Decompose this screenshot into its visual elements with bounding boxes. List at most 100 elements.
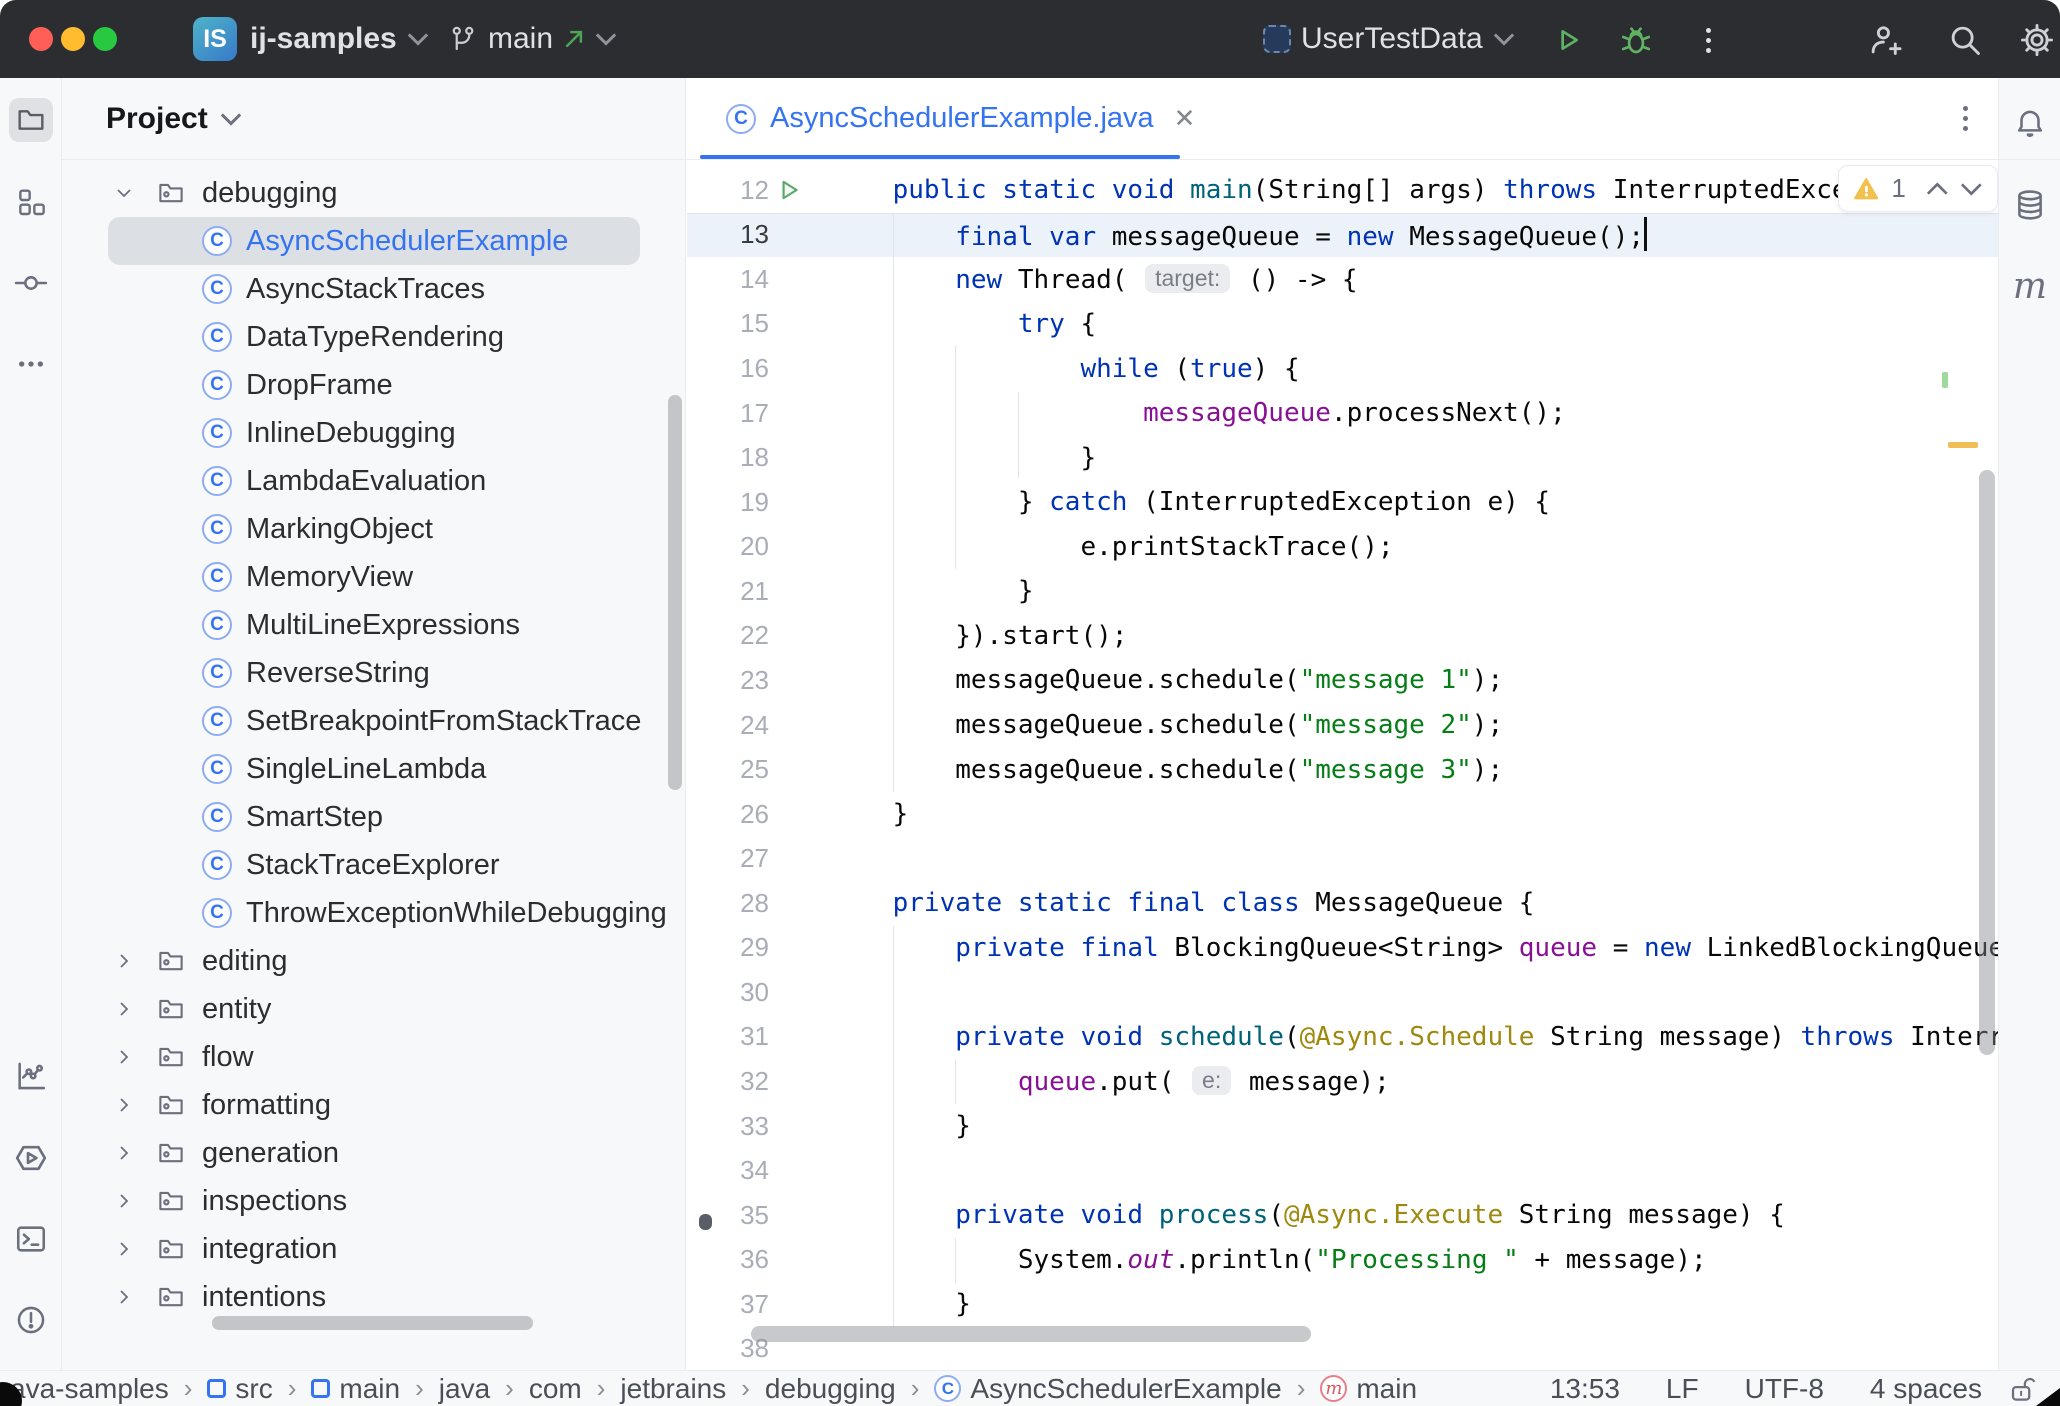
tree-item-MemoryView[interactable]: C MemoryView xyxy=(62,553,685,601)
run-configuration-selector[interactable]: UserTestData xyxy=(1263,0,1515,78)
gutter[interactable]: 22 xyxy=(687,620,830,651)
chevron-down-icon[interactable] xyxy=(112,181,136,205)
code-line-24[interactable]: 24 messageQueue.schedule("message 2"); xyxy=(687,703,1998,748)
clock-widget[interactable]: 13:53 xyxy=(1550,1373,1620,1405)
debug-button[interactable] xyxy=(1618,22,1654,58)
project-tool-button[interactable] xyxy=(9,98,53,142)
code-line-23[interactable]: 23 messageQueue.schedule("message 1"); xyxy=(687,658,1998,703)
project-view-selector[interactable]: Project xyxy=(106,78,242,159)
prev-problem-chevron[interactable] xyxy=(1926,177,1949,201)
gutter[interactable]: 26 xyxy=(687,799,830,830)
code-line-19[interactable]: 19 } catch (InterruptedException e) { xyxy=(687,480,1998,525)
tree-item-StackTraceExplorer[interactable]: C StackTraceExplorer xyxy=(62,841,685,889)
tree-item-entity[interactable]: entity xyxy=(62,985,685,1033)
gutter[interactable]: 20 xyxy=(687,531,830,562)
code-line-28[interactable]: 28 private static final class MessageQue… xyxy=(687,881,1998,926)
code-line-30[interactable]: 30 xyxy=(687,970,1998,1015)
bookmark-marker[interactable] xyxy=(699,1214,712,1230)
chevron-right-icon[interactable] xyxy=(112,1141,136,1165)
gutter[interactable]: 13 xyxy=(687,219,830,250)
editor-horizontal-scrollbar[interactable] xyxy=(751,1326,1311,1342)
code-line-15[interactable]: 15 try { xyxy=(687,302,1998,347)
tree-item-editing[interactable]: editing xyxy=(62,937,685,985)
project-avatar[interactable]: IS xyxy=(193,17,237,61)
breadcrumb-item-java[interactable]: java xyxy=(439,1373,490,1405)
tree-item-SetBreakpointFromStackTrace[interactable]: C SetBreakpointFromStackTrace xyxy=(62,697,685,745)
code-line-33[interactable]: 33 } xyxy=(687,1104,1998,1149)
code-line-22[interactable]: 22 }).start(); xyxy=(687,614,1998,659)
tree-item-SmartStep[interactable]: C SmartStep xyxy=(62,793,685,841)
chevron-right-icon[interactable] xyxy=(112,949,136,973)
tree-item-ThrowExceptionWhileDebugging[interactable]: C ThrowExceptionWhileDebugging xyxy=(62,889,685,937)
minimize-window-button[interactable] xyxy=(61,27,85,51)
gutter[interactable]: 34 xyxy=(687,1155,830,1186)
gutter[interactable]: 21 xyxy=(687,576,830,607)
breadcrumb-item-jetbrains[interactable]: jetbrains xyxy=(620,1373,726,1405)
gutter[interactable]: 37 xyxy=(687,1289,830,1320)
tree-item-DropFrame[interactable]: C DropFrame xyxy=(62,361,685,409)
breadcrumb-item-src[interactable]: src xyxy=(207,1373,273,1405)
code-line-27[interactable]: 27 xyxy=(687,836,1998,881)
tree-item-generation[interactable]: generation xyxy=(62,1129,685,1177)
line-ending-widget[interactable]: LF xyxy=(1666,1373,1699,1405)
breadcrumb-item-com[interactable]: com xyxy=(529,1373,582,1405)
tab-options-kebab[interactable] xyxy=(1947,100,1983,136)
problems-tool-button[interactable] xyxy=(9,1298,53,1342)
tree-item-MarkingObject[interactable]: C MarkingObject xyxy=(62,505,685,553)
chevron-right-icon[interactable] xyxy=(112,1093,136,1117)
chevron-right-icon[interactable] xyxy=(112,1237,136,1261)
gutter[interactable]: 17 xyxy=(687,398,830,429)
inspection-widget[interactable]: 1 xyxy=(1838,165,1998,212)
tree-item-flow[interactable]: flow xyxy=(62,1033,685,1081)
profiler-tool-button[interactable] xyxy=(9,1054,53,1098)
gutter[interactable]: 28 xyxy=(687,888,830,919)
warning-stripe-marker[interactable] xyxy=(1948,442,1978,448)
more-actions-button[interactable] xyxy=(1700,24,1716,56)
code-with-me-icon[interactable] xyxy=(1866,21,1904,59)
search-icon[interactable] xyxy=(1946,21,1984,59)
code-line-29[interactable]: 29 private final BlockingQueue<String> q… xyxy=(687,926,1998,971)
gutter[interactable]: 16 xyxy=(687,353,830,384)
gutter[interactable]: 24 xyxy=(687,710,830,741)
gutter[interactable]: 23 xyxy=(687,665,830,696)
tree-item-InlineDebugging[interactable]: C InlineDebugging xyxy=(62,409,685,457)
database-tool-button[interactable] xyxy=(2008,183,2052,227)
gutter[interactable]: 19 xyxy=(687,487,830,518)
gutter[interactable]: 18 xyxy=(687,442,830,473)
tree-item-formatting[interactable]: formatting xyxy=(62,1081,685,1129)
breadcrumb-item-main[interactable]: main xyxy=(311,1373,400,1405)
code-line-31[interactable]: 31 private void schedule(@Async.Schedule… xyxy=(687,1015,1998,1060)
project-vertical-scrollbar[interactable] xyxy=(668,395,682,790)
unlocked-padlock-icon[interactable] xyxy=(2008,1374,2038,1404)
breadcrumb-item-debugging[interactable]: debugging xyxy=(765,1373,896,1405)
breadcrumb-item-ava-samples[interactable]: ava-samples xyxy=(10,1373,169,1405)
code-line-18[interactable]: 18 } xyxy=(687,435,1998,480)
tree-item-integration[interactable]: integration xyxy=(62,1225,685,1273)
code-line-32[interactable]: 32 queue.put( e: message); xyxy=(687,1059,1998,1104)
encoding-widget[interactable]: UTF-8 xyxy=(1745,1373,1824,1405)
code-line-25[interactable]: 25 messageQueue.schedule("message 3"); xyxy=(687,747,1998,792)
tree-item-AsyncSchedulerExample[interactable]: C AsyncSchedulerExample xyxy=(62,217,685,265)
terminal-tool-button[interactable] xyxy=(9,1217,53,1261)
gutter[interactable]: 29 xyxy=(687,932,830,963)
gutter[interactable]: 30 xyxy=(687,977,830,1008)
maximize-window-button[interactable] xyxy=(93,27,117,51)
run-line-icon[interactable] xyxy=(776,177,802,203)
code-line-37[interactable]: 37 } xyxy=(687,1282,1998,1327)
gutter[interactable]: 25 xyxy=(687,754,830,785)
tree-item-MultiLineExpressions[interactable]: C MultiLineExpressions xyxy=(62,601,685,649)
editor-tab[interactable]: C AsyncSchedulerExample.java ✕ xyxy=(700,78,1221,159)
gutter[interactable]: 15 xyxy=(687,308,830,339)
code-line-16[interactable]: 16 while (true) { xyxy=(687,346,1998,391)
project-horizontal-scrollbar[interactable] xyxy=(212,1316,533,1330)
code-line-13[interactable]: 13 final var messageQueue = new MessageQ… xyxy=(687,212,1998,258)
breadcrumb-item-main[interactable]: m main xyxy=(1320,1373,1417,1405)
branch-widget[interactable]: main xyxy=(448,0,617,78)
editor-vertical-scrollbar[interactable] xyxy=(1979,470,1995,1055)
code-line-34[interactable]: 34 xyxy=(687,1148,1998,1193)
gutter[interactable]: 27 xyxy=(687,843,830,874)
services-tool-button[interactable] xyxy=(9,1136,53,1180)
maven-tool-button[interactable]: m xyxy=(2008,264,2052,308)
gutter[interactable]: 12 xyxy=(687,175,830,206)
tree-item-AsyncStackTraces[interactable]: C AsyncStackTraces xyxy=(62,265,685,313)
